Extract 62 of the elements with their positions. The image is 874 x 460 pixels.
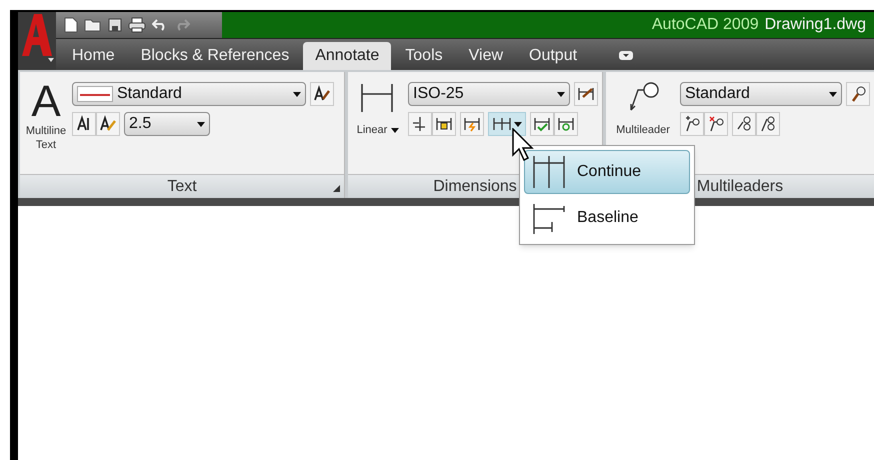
panel-title: Text [167,176,197,196]
text-style-button[interactable] [310,82,334,106]
brush-icon [577,85,595,103]
ribbon-tab[interactable]: Blocks & References [128,42,302,70]
style-dropdown[interactable]: Standard [72,82,306,106]
style-dropdown[interactable]: ISO-25 [408,82,570,106]
menu-item[interactable]: Continue [524,150,690,194]
new-file-icon[interactable] [64,17,78,33]
dimension-icon [492,115,512,133]
dimension-style-button[interactable] [574,82,598,106]
dimension-space-icon [435,115,453,133]
minimize-ribbon-icon[interactable] [619,51,634,60]
caret-icon [197,122,205,126]
caret-icon [557,92,565,96]
add-leader-button[interactable] [680,112,704,136]
add-leader-icon [683,115,701,133]
caret-icon [293,92,301,96]
collect-leaders-icon [759,115,777,133]
ribbon-tab[interactable]: Tools [393,42,455,70]
window-title: AutoCAD 2009 [652,15,759,35]
save-icon[interactable] [108,18,122,32]
ribbon-tab[interactable]: Home [60,42,127,70]
spell-check-button[interactable] [96,112,120,136]
printer-icon[interactable] [128,17,146,33]
collect-leaders-button[interactable] [756,112,780,136]
checkmark-icon [533,115,551,133]
align-leaders-icon [735,115,753,133]
remove-leader-icon [707,115,725,133]
continue-dimension-button[interactable] [488,112,526,136]
ribbon-tab[interactable]: Output [517,42,590,70]
remove-leader-button[interactable] [704,112,728,136]
large-letter-icon: A [31,80,61,124]
caret-icon[interactable] [48,58,54,62]
text-find-button[interactable] [72,112,96,136]
dimension-break-button[interactable] [408,112,432,136]
panel-launcher-icon[interactable] [333,185,340,192]
menu-item[interactable]: Baseline [524,196,690,240]
brush-icon [313,85,331,103]
update-dimension-button[interactable] [554,112,578,136]
jogged-dimension-button[interactable] [460,112,484,136]
refresh-icon [557,115,575,133]
ribbon-tab[interactable]: Annotate [303,42,392,70]
panel-title: Multileaders [696,176,784,196]
brush-icon [849,85,867,103]
multiline-text-button[interactable]: A Multiline Text [24,80,68,174]
panel-title: Dimensions [433,176,517,196]
style-dropdown[interactable]: Standard [680,82,842,106]
lightning-icon [463,115,481,133]
align-leaders-button[interactable] [732,112,756,136]
style-dropdown[interactable]: 2.5 [124,112,210,136]
caret-icon [829,92,837,96]
caret-icon [391,128,400,133]
open-folder-icon[interactable] [84,18,102,32]
multileader-style-button[interactable] [846,82,870,106]
inspect-dimension-button[interactable] [530,112,554,136]
pencil-icon [99,115,117,133]
ribbon-tab[interactable]: View [456,42,516,70]
linear-dimension-button[interactable]: Linear [352,80,404,174]
font-preview-icon [77,86,113,102]
document-title: Drawing1.dwg [764,15,866,35]
dimension-space-button[interactable] [432,112,456,136]
continue-dimension-icon [531,154,567,190]
